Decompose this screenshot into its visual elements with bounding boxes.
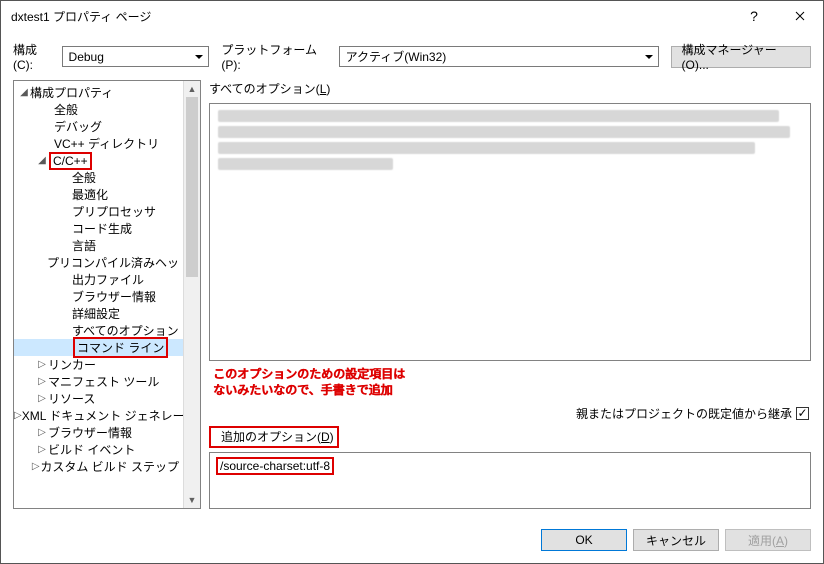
tree-scrollbar[interactable]: ▲ ▼ — [183, 81, 200, 508]
tree-item[interactable]: 言語 — [14, 237, 183, 254]
tree-panel: ◢構成プロパティ 全般 デバッグ VC++ ディレクトリ ◢C/C++ 全般 最… — [13, 80, 201, 509]
tree-item[interactable]: ▷ブラウザー情報 — [14, 424, 183, 441]
platform-label: プラットフォーム(P): — [221, 41, 332, 72]
scroll-up-icon[interactable]: ▲ — [184, 81, 200, 97]
tree-item[interactable]: プリコンパイル済みヘッ — [14, 254, 183, 271]
inherit-checkbox[interactable]: ✓ — [796, 407, 809, 420]
property-page-window: dxtest1 プロパティ ページ ? 構成(C): Debug プラットフォー… — [0, 0, 824, 564]
config-select[interactable]: Debug — [62, 46, 210, 67]
help-button[interactable]: ? — [731, 1, 777, 31]
tree-item[interactable]: VC++ ディレクトリ — [14, 135, 183, 152]
inherit-row: 親またはプロジェクトの既定値から継承 ✓ — [209, 405, 811, 422]
additional-options-box[interactable]: /source-charset:utf-8 — [209, 452, 811, 509]
annotation-text: このオプションのための設定項目は ないみたいなので、手書きで追加 — [213, 367, 811, 398]
footer: OK キャンセル 適用(A) — [1, 517, 823, 563]
tree-item-command-line[interactable]: コマンド ライン — [14, 339, 183, 356]
tree-item[interactable]: ▷リンカー — [14, 356, 183, 373]
platform-select[interactable]: アクティブ(Win32) — [339, 46, 659, 67]
collapse-icon[interactable]: ▷ — [36, 359, 48, 370]
titlebar: dxtest1 プロパティ ページ ? — [1, 1, 823, 31]
scroll-thumb[interactable] — [186, 97, 198, 277]
collapse-icon[interactable]: ▷ — [36, 427, 48, 438]
collapse-icon[interactable]: ▷ — [14, 410, 22, 421]
right-panel: すべてのオプション(L) このオプションのための設定項目は ないみたいなので、手… — [209, 80, 811, 509]
close-button[interactable] — [777, 1, 823, 31]
tree-item[interactable]: ▷カスタム ビルド ステップ — [14, 458, 183, 475]
tree-item[interactable]: プリプロセッサ — [14, 203, 183, 220]
tree-item-cpp[interactable]: ◢C/C++ — [14, 152, 183, 169]
collapse-icon[interactable]: ▷ — [36, 393, 48, 404]
tree-item[interactable]: 最適化 — [14, 186, 183, 203]
tree-item[interactable]: 全般 — [14, 101, 183, 118]
tree-item[interactable]: ブラウザー情報 — [14, 288, 183, 305]
tree-item[interactable]: ▷ビルド イベント — [14, 441, 183, 458]
config-label: 構成(C): — [13, 41, 56, 72]
tree-root[interactable]: ◢構成プロパティ — [14, 84, 183, 101]
tree[interactable]: ◢構成プロパティ 全般 デバッグ VC++ ディレクトリ ◢C/C++ 全般 最… — [14, 81, 183, 508]
tree-item[interactable]: 全般 — [14, 169, 183, 186]
tree-item[interactable]: ▷マニフェスト ツール — [14, 373, 183, 390]
tree-item[interactable]: ▷XML ドキュメント ジェネレー — [14, 407, 183, 424]
expand-icon[interactable]: ◢ — [36, 155, 48, 166]
all-options-label: すべてのオプション(L) — [209, 80, 811, 97]
tree-item[interactable]: ▷リソース — [14, 390, 183, 407]
body: ◢構成プロパティ 全般 デバッグ VC++ ディレクトリ ◢C/C++ 全般 最… — [1, 80, 823, 517]
cancel-button[interactable]: キャンセル — [633, 529, 719, 551]
scroll-down-icon[interactable]: ▼ — [184, 492, 200, 508]
additional-option-value: /source-charset:utf-8 — [216, 457, 334, 475]
close-icon — [795, 11, 805, 21]
tree-item[interactable]: デバッグ — [14, 118, 183, 135]
collapse-icon[interactable]: ▷ — [36, 376, 48, 387]
collapse-icon[interactable]: ▷ — [36, 444, 48, 455]
collapse-icon[interactable]: ▷ — [31, 461, 40, 472]
window-title: dxtest1 プロパティ ページ — [11, 8, 731, 25]
expand-icon[interactable]: ◢ — [18, 87, 30, 98]
config-manager-button[interactable]: 構成マネージャー(O)... — [671, 46, 811, 68]
tree-item[interactable]: 出力ファイル — [14, 271, 183, 288]
additional-options-label: 追加のオプション(D) — [209, 426, 811, 448]
apply-button[interactable]: 適用(A) — [725, 529, 811, 551]
tree-item[interactable]: 詳細設定 — [14, 305, 183, 322]
ok-button[interactable]: OK — [541, 529, 627, 551]
inherit-label: 親またはプロジェクトの既定値から継承 — [576, 405, 792, 422]
all-options-box[interactable] — [209, 103, 811, 361]
tree-item[interactable]: コード生成 — [14, 220, 183, 237]
toolbar: 構成(C): Debug プラットフォーム(P): アクティブ(Win32) 構… — [1, 31, 823, 80]
